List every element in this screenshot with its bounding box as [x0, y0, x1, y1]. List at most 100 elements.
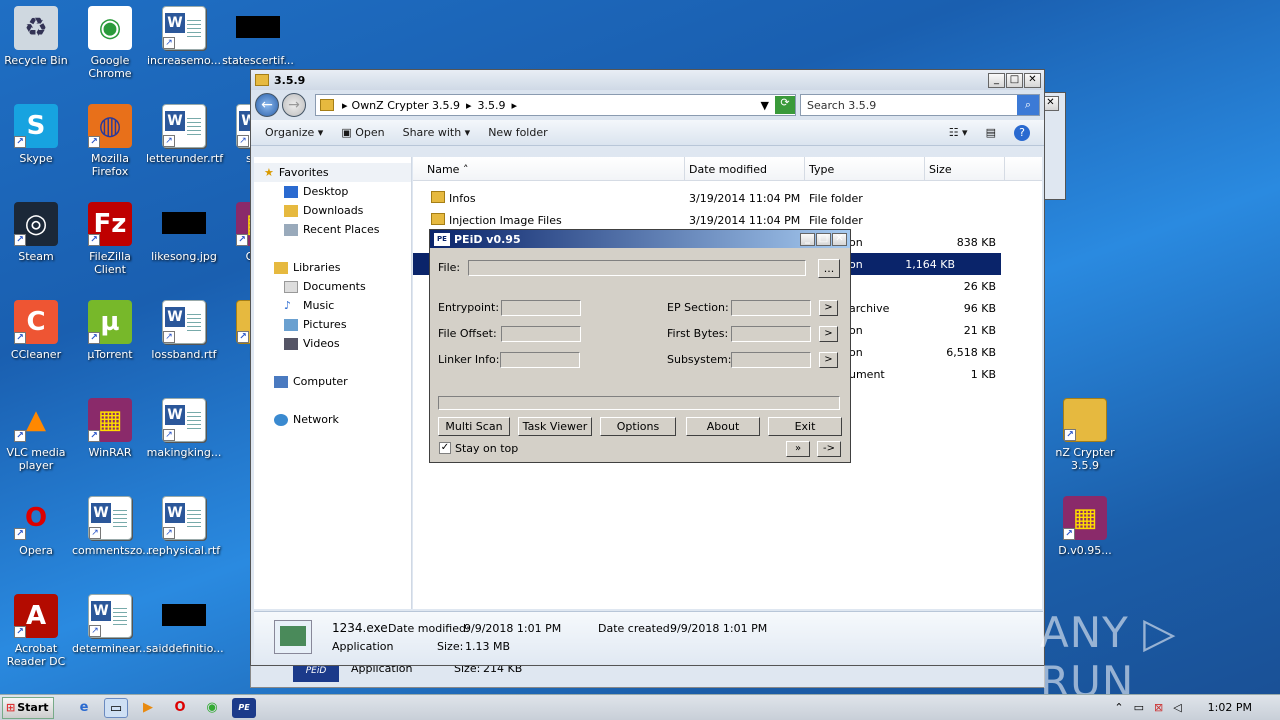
file-path-input[interactable]	[468, 260, 806, 276]
desktop-icon-19[interactable]: O ↗ Opera	[0, 496, 74, 557]
search-input[interactable]: Search 3.5.9 ⌕	[800, 94, 1040, 116]
address-bar[interactable]: ▸ OwnZ Crypter 3.5.9 ▸ 3.5.9 ▸ ▼ ⟳	[315, 94, 796, 116]
explorer-taskbar-icon[interactable]: ▭	[104, 697, 128, 718]
preview-pane-icon[interactable]: ▤	[986, 126, 996, 139]
nav-favorites[interactable]: ★ Favorites	[254, 163, 411, 182]
desktop-icon-22[interactable]: A ↗ Acrobat Reader DC	[0, 594, 74, 668]
nav-videos[interactable]: Videos	[254, 334, 411, 353]
black-thumbnail-icon	[162, 604, 206, 626]
col-type[interactable]: Type	[805, 157, 925, 180]
opera-taskbar-icon[interactable]: O	[168, 698, 192, 718]
options-button[interactable]: Options	[600, 417, 676, 436]
desktop-icon-4[interactable]: S ↗ Skype	[0, 104, 74, 165]
nav-music[interactable]: ♪ Music	[254, 296, 411, 315]
ep-section-button[interactable]: >	[819, 300, 838, 316]
new-folder-button[interactable]: New folder	[488, 126, 547, 139]
nav-desktop[interactable]: Desktop	[254, 182, 411, 201]
desktop-icon-25[interactable]: ↗ nZ Crypter 3.5.9	[1047, 398, 1123, 472]
task-viewer-button[interactable]: Task Viewer	[518, 417, 592, 436]
close-icon[interactable]: ✕	[832, 232, 847, 246]
browse-button[interactable]: ...	[818, 259, 840, 278]
action-center-icon[interactable]: ▭	[1134, 701, 1144, 714]
file-row[interactable]: Injection Image Files 3/19/2014 11:04 PM F…	[413, 209, 1042, 231]
chrome-icon: ◉	[88, 6, 132, 50]
col-size[interactable]: Size	[925, 157, 1005, 180]
desktop-icon-9[interactable]: Fz ↗ FileZilla Client	[72, 202, 148, 276]
desktop-icon-8[interactable]: ◎ ↗ Steam	[0, 202, 74, 263]
exit-button[interactable]: Exit	[768, 417, 842, 436]
close-icon[interactable]: ✕	[1024, 72, 1041, 88]
desktop-icon-21[interactable]: ↗ rephysical.rtf	[146, 496, 222, 557]
about-button[interactable]: About	[686, 417, 760, 436]
network-tray-icon[interactable]: ⊠	[1154, 701, 1163, 714]
col-date[interactable]: Date modified	[685, 157, 805, 180]
peid-window[interactable]: PE PEiD v0.95 _ □ ✕ File: ... Entrypoint…	[429, 229, 851, 463]
help-icon[interactable]: ?	[1014, 124, 1030, 141]
more-button[interactable]: »	[786, 441, 810, 457]
chrome-taskbar-icon[interactable]: ◉	[200, 698, 224, 718]
desktop-icon-13[interactable]: µ ↗ µTorrent	[72, 300, 148, 361]
desktop-icon-12[interactable]: C ↗ CCleaner	[0, 300, 74, 361]
maximize-icon[interactable]: □	[1006, 72, 1023, 88]
steam-icon: ◎ ↗	[14, 202, 58, 246]
view-icon[interactable]: ☷ ▾	[949, 126, 968, 139]
column-header: Name ˄ Date modified Type Size	[413, 157, 1042, 181]
search-icon[interactable]: ⌕	[1017, 95, 1039, 115]
refresh-icon[interactable]: ⟳	[775, 96, 795, 114]
share-button[interactable]: Share with ▾	[403, 126, 471, 139]
peid-taskbar-icon[interactable]: PE	[232, 697, 256, 718]
desktop-icon-24[interactable]: saiddefinitio...	[146, 594, 224, 655]
desktop-icon-23[interactable]: ↗ determinear...	[72, 594, 149, 655]
detail-modified-label: Date modified:	[388, 622, 470, 635]
file-date: 3/19/2014 11:04 PM	[689, 213, 801, 227]
peid-titlebar[interactable]: PE PEiD v0.95 _ □ ✕	[430, 230, 850, 248]
minimize-icon[interactable]: _	[800, 232, 815, 246]
back-icon[interactable]: ←	[255, 93, 279, 117]
nav-libraries[interactable]: Libraries	[254, 258, 411, 277]
desktop-icon-26[interactable]: ▦ ↗ D.v0.95...	[1047, 496, 1123, 557]
media-player-icon[interactable]: ▶	[136, 698, 160, 718]
nav-documents[interactable]: Documents	[254, 277, 411, 296]
multi-scan-button[interactable]: Multi Scan	[438, 417, 510, 436]
open-button[interactable]: ▣ Open	[341, 126, 384, 139]
nav-recent[interactable]: Recent Places	[254, 220, 411, 239]
breadcrumb-1[interactable]: OwnZ Crypter 3.5.9	[352, 99, 460, 112]
desktop-icon-5[interactable]: ◍ ↗ Mozilla Firefox	[72, 104, 148, 178]
desktop-icon-label: increasemo...	[146, 54, 222, 67]
nav-network[interactable]: Network	[254, 410, 411, 429]
explorer-titlebar[interactable]: 3.5.9 _ □ ✕	[251, 70, 1044, 90]
breadcrumb-2[interactable]: 3.5.9	[478, 99, 506, 112]
desktop-icon-18[interactable]: ↗ makingking...	[146, 398, 222, 459]
subsystem-button[interactable]: >	[819, 352, 838, 368]
stay-on-top-checkbox[interactable]: ✓	[439, 442, 451, 454]
desktop-icon-3[interactable]: statescertif...	[220, 6, 296, 67]
nav-pictures[interactable]: Pictures	[254, 315, 411, 334]
organize-button[interactable]: Organize ▾	[265, 126, 323, 139]
desktop-icon-0[interactable]: ♻ Recycle Bin	[0, 6, 74, 67]
desktop-icon-10[interactable]: likesong.jpg	[146, 202, 222, 263]
forward-icon[interactable]: →	[282, 93, 306, 117]
nav-downloads[interactable]: Downloads	[254, 201, 411, 220]
volume-icon[interactable]: ◁	[1173, 701, 1181, 714]
desktop-icon-2[interactable]: ↗ increasemo...	[146, 6, 222, 67]
minimize-icon[interactable]: _	[988, 72, 1005, 88]
ie-icon[interactable]: e	[72, 698, 96, 718]
file-type: on	[849, 257, 863, 271]
desktop-icon-16[interactable]: ▲ ↗ VLC media player	[0, 398, 74, 472]
first-bytes-button[interactable]: >	[819, 326, 838, 342]
col-name[interactable]: Name ˄	[413, 157, 685, 180]
folder-icon	[431, 191, 445, 203]
clock[interactable]: 1:02 PM	[1208, 701, 1252, 714]
tray-expand-icon[interactable]: ⌃	[1114, 701, 1123, 714]
desktop-icon-17[interactable]: ▦ ↗ WinRAR	[72, 398, 148, 459]
desktop-icon-6[interactable]: ↗ letterunder.rtf	[146, 104, 223, 165]
desktop-icon-14[interactable]: ↗ lossband.rtf	[146, 300, 222, 361]
go-button[interactable]: ->	[817, 441, 841, 457]
desktop-icon-1[interactable]: ◉ Google Chrome	[72, 6, 148, 80]
dropdown-icon[interactable]: ▼	[761, 99, 769, 112]
start-button[interactable]: ⊞ Start	[2, 696, 54, 719]
nav-computer[interactable]: Computer	[254, 372, 411, 391]
desktop-icon-20[interactable]: ↗ commentszo...	[72, 496, 153, 557]
file-row[interactable]: Infos 3/19/2014 11:04 PM File folder	[413, 187, 1042, 209]
maximize-icon[interactable]: □	[816, 232, 831, 246]
